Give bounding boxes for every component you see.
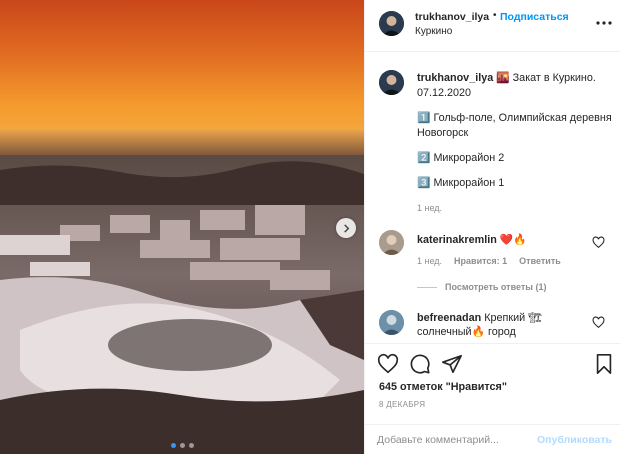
header-separator: •: [493, 10, 497, 21]
comment-meta: 1 нед. Нравится: 1 Ответить: [417, 256, 561, 266]
slide-dot: [170, 443, 176, 448]
slide-dot: [188, 443, 194, 448]
post-date[interactable]: 8 ДЕКАБРЯ: [379, 400, 425, 409]
reply-button[interactable]: Ответить: [519, 256, 561, 266]
comment-text: ❤️🔥: [499, 234, 527, 246]
commenter-avatar[interactable]: [379, 230, 404, 255]
post-location[interactable]: Куркино: [415, 26, 452, 37]
comment-username[interactable]: katerinakremlin: [417, 234, 497, 246]
follow-button[interactable]: Подписаться: [500, 11, 569, 23]
publish-button[interactable]: Опубликовать: [537, 434, 612, 446]
comment-username[interactable]: befreenadan: [417, 312, 481, 324]
caption-username[interactable]: trukhanov_ilya: [417, 72, 493, 84]
person-avatar-icon: [379, 11, 404, 36]
post-side-panel: trukhanov_ilya • Подписаться Куркино tru…: [364, 0, 620, 454]
comment-input[interactable]: [377, 430, 527, 450]
slide-indicator: [0, 443, 364, 448]
chevron-right-icon: [343, 223, 349, 233]
view-replies-label: Посмотреть ответы (1): [445, 282, 547, 292]
likes-count[interactable]: 645 отметок "Нравится": [379, 381, 507, 393]
comment: katerinakremlin ❤️🔥: [417, 233, 587, 247]
comment-like-heart-icon[interactable]: [592, 316, 605, 329]
add-comment-bar: Опубликовать: [365, 424, 620, 454]
view-replies-button[interactable]: Посмотреть ответы (1): [417, 282, 546, 292]
bookmark-icon[interactable]: [593, 353, 615, 375]
person-avatar-icon: [379, 230, 404, 255]
caption-item-3: 3️⃣ Микрорайон 1: [417, 177, 505, 189]
author-username[interactable]: trukhanov_ilya: [415, 11, 489, 23]
post-caption: trukhanov_ilya 🌇 Закат в Куркино. 07.12.…: [417, 71, 613, 201]
post-header: trukhanov_ilya • Подписаться Куркино: [365, 0, 620, 52]
commenter-avatar[interactable]: [379, 310, 404, 335]
caption-timestamp[interactable]: 1 нед.: [417, 203, 442, 213]
caption-item-2: 2️⃣ Микрорайон 2: [417, 152, 505, 164]
more-horizontal-icon: [596, 21, 612, 25]
caption-author-avatar[interactable]: [379, 70, 404, 95]
person-avatar-icon: [379, 310, 404, 335]
comment-like-heart-icon[interactable]: [592, 236, 605, 249]
instagram-post: trukhanov_ilya • Подписаться Куркино tru…: [0, 0, 620, 454]
replies-divider: [417, 286, 437, 288]
comment-likes-count[interactable]: Нравится: 1: [454, 256, 507, 266]
slide-dot: [179, 443, 185, 448]
post-photo[interactable]: [0, 0, 364, 454]
caption-item-1: 1️⃣ Гольф-поле, Олимпийская деревня Ново…: [417, 112, 612, 139]
person-avatar-icon: [379, 70, 404, 95]
next-slide-button[interactable]: [336, 218, 356, 238]
author-avatar[interactable]: [379, 11, 404, 36]
comment-timestamp[interactable]: 1 нед.: [417, 256, 442, 266]
comment-bubble-icon[interactable]: [409, 353, 431, 375]
more-options-button[interactable]: [593, 14, 615, 32]
sunset-aerial-image: [0, 0, 364, 454]
like-heart-icon[interactable]: [377, 353, 399, 375]
comment: befreenadan Крепкий 🏗 солнечный🔥 город: [417, 311, 587, 339]
share-paper-plane-icon[interactable]: [441, 353, 463, 375]
